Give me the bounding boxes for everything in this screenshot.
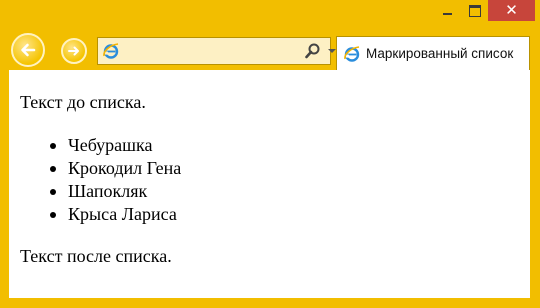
forward-arrow-icon — [68, 46, 79, 56]
text-before-list: Текст до списка. — [20, 92, 146, 112]
browser-window: ✕ Маркированный список Текст до списка. … — [0, 0, 540, 308]
page-content: Текст до списка. Чебурашка Крокодил Гена… — [9, 70, 530, 298]
text-after-list: Текст после списка. — [20, 246, 172, 266]
dropdown-arrow-icon[interactable] — [328, 47, 336, 55]
close-button[interactable]: ✕ — [488, 0, 535, 21]
close-icon: ✕ — [505, 1, 518, 19]
ie-logo-icon — [102, 42, 120, 60]
back-button[interactable] — [11, 33, 45, 67]
list-item: Шапокляк — [47, 180, 181, 203]
list-item: Чебурашка — [47, 134, 181, 157]
minimize-icon — [443, 12, 452, 15]
address-bar — [97, 37, 358, 65]
minimize-button[interactable] — [434, 0, 461, 21]
bulleted-list: Чебурашка Крокодил Гена Шапокляк Крыса Л… — [47, 134, 181, 226]
address-input[interactable] — [120, 38, 304, 64]
tab-active[interactable]: Маркированный список — [336, 36, 530, 70]
maximize-button[interactable] — [461, 0, 488, 21]
ie-logo-icon — [343, 45, 361, 63]
window-controls: ✕ — [434, 0, 535, 28]
list-item: Крыса Лариса — [47, 203, 181, 226]
maximize-icon — [468, 4, 481, 17]
list-item: Крокодил Гена — [47, 157, 181, 180]
forward-button[interactable] — [61, 38, 87, 64]
back-arrow-icon — [21, 43, 36, 57]
search-icon[interactable] — [304, 42, 322, 60]
tab-label: Маркированный список — [366, 46, 514, 61]
